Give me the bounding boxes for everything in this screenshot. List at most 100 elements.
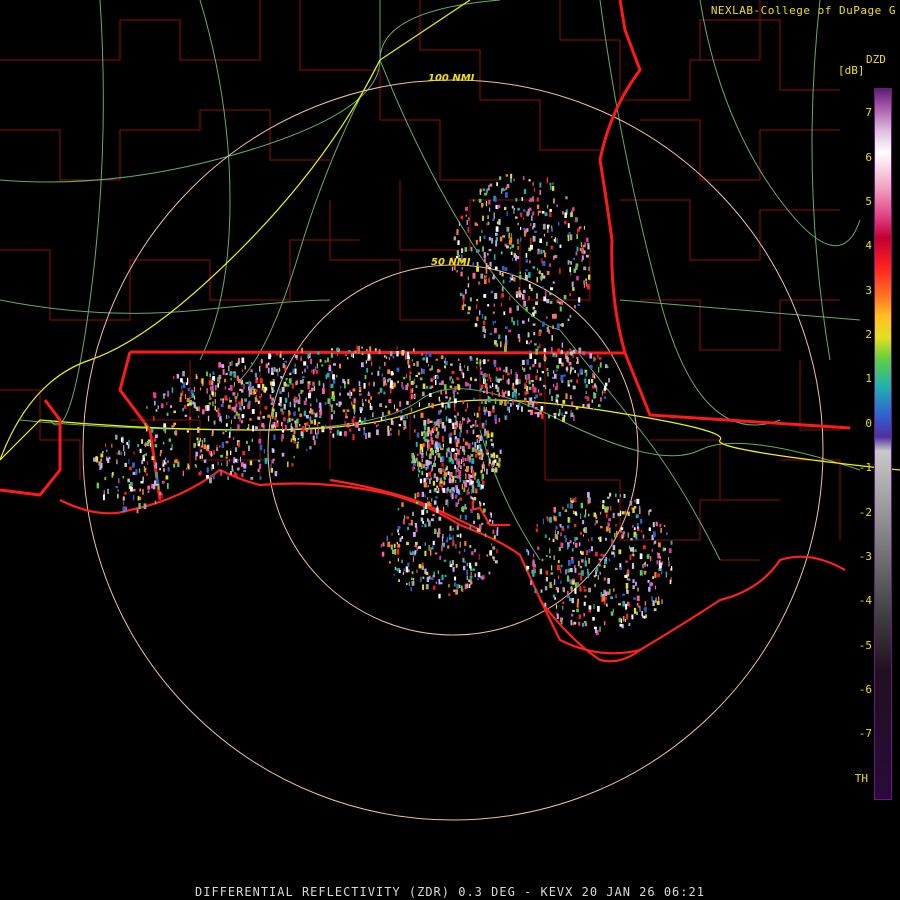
- echo-pixel: [474, 548, 476, 553]
- echo-pixel: [619, 494, 621, 498]
- echo-pixel: [233, 406, 237, 413]
- echo-pixel: [630, 547, 633, 552]
- echo-pixel: [530, 580, 532, 586]
- echo-pixel: [449, 451, 452, 455]
- echo-pixel: [449, 397, 452, 401]
- echo-pixel: [454, 582, 456, 587]
- echo-pixel: [268, 362, 270, 366]
- echo-pixel: [554, 534, 558, 539]
- echo-pixel: [487, 359, 490, 362]
- echo-pixel: [455, 480, 457, 483]
- echo-pixel: [361, 352, 364, 356]
- echo-pixel: [587, 242, 590, 245]
- echo-pixel: [435, 441, 438, 448]
- echo-pixel: [437, 487, 440, 494]
- echo-pixel: [464, 381, 468, 387]
- echo-pixel: [398, 579, 400, 582]
- product-footer: DIFFERENTIAL REFLECTIVITY (ZDR) 0.3 DEG …: [195, 885, 705, 899]
- echo-pixel: [598, 563, 601, 567]
- echo-pixel: [622, 593, 625, 596]
- echo-pixel: [401, 559, 403, 564]
- echo-pixel: [412, 532, 416, 537]
- echo-pixel: [551, 395, 553, 401]
- echo-pixel: [655, 597, 657, 603]
- echo-pixel: [543, 348, 547, 353]
- echo-pixel: [287, 392, 289, 398]
- echo-pixel: [422, 584, 424, 590]
- echo-pixel: [544, 353, 546, 358]
- echo-pixel: [574, 511, 577, 516]
- echo-pixel: [553, 313, 557, 319]
- echo-pixel: [472, 568, 476, 571]
- echo-pixel: [606, 603, 608, 607]
- echo-pixel: [225, 414, 228, 419]
- echo-pixel: [648, 527, 651, 532]
- echo-pixel: [577, 358, 579, 363]
- echo-pixel: [466, 466, 469, 473]
- echo-pixel: [472, 424, 475, 427]
- echo-pixel: [519, 271, 521, 274]
- echo-pixel: [425, 353, 427, 358]
- echo-pixel: [463, 463, 465, 467]
- echo-pixel: [526, 340, 528, 345]
- echo-pixel: [584, 595, 587, 598]
- echo-pixel: [476, 450, 479, 453]
- echo-pixel: [563, 587, 565, 593]
- echo-pixel: [598, 366, 600, 373]
- echo-pixel: [396, 542, 398, 544]
- echo-pixel: [635, 514, 639, 519]
- echo-pixel: [281, 429, 285, 433]
- echo-pixel: [456, 525, 459, 531]
- echo-pixel: [212, 474, 215, 480]
- echo-pixel: [482, 423, 484, 427]
- echo-pixel: [244, 398, 247, 402]
- echo-pixel: [605, 591, 608, 597]
- echo-pixel: [526, 566, 530, 570]
- echo-pixel: [527, 318, 530, 322]
- echo-pixel: [535, 293, 538, 299]
- echo-pixel: [422, 357, 426, 361]
- echo-pixel: [528, 342, 530, 345]
- echo-pixel: [279, 402, 282, 407]
- echo-pixel: [421, 454, 424, 458]
- echo-pixel: [446, 465, 448, 471]
- echo-pixel: [569, 395, 572, 400]
- echo-pixel: [429, 368, 432, 371]
- echo-pixel: [143, 454, 146, 458]
- echo-pixel: [569, 314, 572, 318]
- echo-pixel: [233, 472, 237, 478]
- echo-pixel: [577, 581, 579, 587]
- echo-pixel: [608, 379, 610, 382]
- echo-pixel: [538, 210, 541, 213]
- echo-pixel: [575, 542, 578, 548]
- echo-pixel: [98, 461, 102, 466]
- echo-pixel: [578, 572, 582, 576]
- echo-pixel: [211, 465, 213, 471]
- echo-pixel: [476, 435, 479, 438]
- echo-pixel: [421, 352, 424, 356]
- echo-pixel: [344, 353, 347, 356]
- echo-pixel: [316, 398, 318, 403]
- echo-pixel: [549, 293, 552, 296]
- echo-pixel: [542, 518, 544, 525]
- echo-pixel: [415, 375, 419, 378]
- echo-pixel: [342, 409, 346, 413]
- echo-pixel: [485, 200, 488, 207]
- echo-pixel: [453, 486, 457, 491]
- echo-pixel: [382, 378, 386, 382]
- echo-pixel: [229, 372, 232, 376]
- echo-pixel: [471, 500, 474, 507]
- echo-pixel: [656, 560, 658, 565]
- echo-pixel: [558, 358, 562, 364]
- echo-pixel: [494, 197, 497, 202]
- echo-pixel: [431, 365, 433, 371]
- echo-pixel: [440, 477, 442, 482]
- echo-pixel: [270, 468, 273, 473]
- echo-pixel: [564, 212, 567, 218]
- echo-pixel: [303, 361, 307, 366]
- echo-pixel: [417, 493, 420, 497]
- echo-pixel: [384, 383, 388, 386]
- echo-pixel: [522, 176, 525, 180]
- echo-pixel: [570, 273, 572, 276]
- echo-pixel: [515, 291, 519, 295]
